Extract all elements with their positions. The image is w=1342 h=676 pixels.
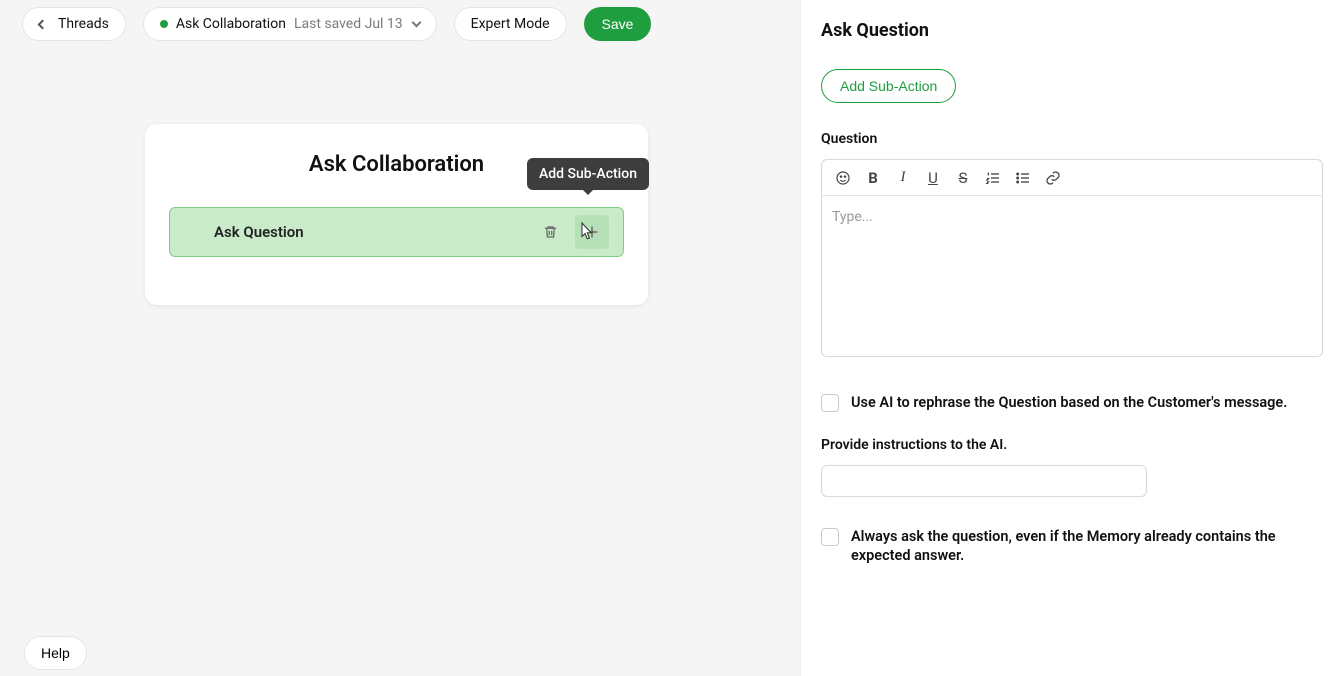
delete-action-button[interactable] [533, 215, 567, 249]
trash-icon [543, 224, 558, 240]
editor-toolbar: B I U S [822, 160, 1322, 196]
ai-instructions-input[interactable] [821, 465, 1147, 497]
emoji-button[interactable] [830, 165, 856, 191]
always-ask-checkbox[interactable] [821, 528, 839, 546]
ai-instructions-label: Provide instructions to the AI. [821, 437, 1322, 453]
action-label: Ask Question [214, 223, 304, 241]
action-row[interactable]: Ask Question [169, 207, 624, 257]
help-button[interactable]: Help [24, 636, 87, 670]
question-section-label: Question [821, 131, 1322, 147]
expert-mode-label: Expert Mode [471, 16, 550, 32]
canvas-area: Threads Ask Collaboration Last saved Jul… [0, 0, 800, 676]
underline-button[interactable]: U [920, 165, 946, 191]
back-button[interactable]: Threads [22, 7, 126, 41]
ai-rephrase-checkbox[interactable] [821, 394, 839, 412]
tooltip: Add Sub-Action [527, 158, 649, 190]
strike-button[interactable]: S [950, 165, 976, 191]
ordered-list-button[interactable] [980, 165, 1006, 191]
link-button[interactable] [1040, 165, 1066, 191]
bold-button[interactable]: B [860, 165, 886, 191]
panel-add-sub-action-button[interactable]: Add Sub-Action [821, 69, 956, 103]
editor-placeholder: Type... [832, 209, 873, 225]
top-buttons: Threads Ask Collaboration Last saved Jul… [22, 7, 651, 41]
chevron-down-icon [411, 18, 421, 28]
panel-title: Ask Question [821, 20, 1322, 41]
flow-card: Ask Collaboration Ask Question [145, 124, 648, 305]
unordered-list-button[interactable] [1010, 165, 1036, 191]
link-icon [1045, 170, 1061, 186]
always-ask-label: Always ask the question, even if the Mem… [851, 527, 1323, 566]
unordered-list-icon [1015, 170, 1031, 186]
question-editor: B I U S Type... [821, 159, 1323, 357]
expert-mode-button[interactable]: Expert Mode [454, 7, 567, 41]
ai-rephrase-row: Use AI to rephrase the Question based on… [821, 393, 1323, 413]
italic-button[interactable]: I [890, 165, 916, 191]
ai-rephrase-label: Use AI to rephrase the Question based on… [851, 393, 1287, 413]
flow-name-label: Ask Collaboration [176, 16, 286, 32]
side-panel: Ask Question Add Sub-Action Question B I… [800, 0, 1342, 676]
action-icons [533, 215, 609, 249]
flow-status-dropdown[interactable]: Ask Collaboration Last saved Jul 13 [143, 7, 437, 41]
always-ask-row: Always ask the question, even if the Mem… [821, 527, 1323, 566]
emoji-icon [835, 170, 851, 186]
status-dot-icon [160, 20, 168, 28]
back-label: Threads [58, 16, 109, 32]
plus-icon [584, 224, 600, 240]
question-textarea[interactable]: Type... [822, 196, 1322, 356]
save-button[interactable]: Save [584, 7, 652, 41]
chevron-left-icon [38, 19, 48, 29]
ordered-list-icon [985, 170, 1001, 186]
help-label: Help [41, 645, 70, 661]
add-sub-action-button[interactable] [575, 215, 609, 249]
saved-label: Last saved Jul 13 [294, 16, 403, 32]
